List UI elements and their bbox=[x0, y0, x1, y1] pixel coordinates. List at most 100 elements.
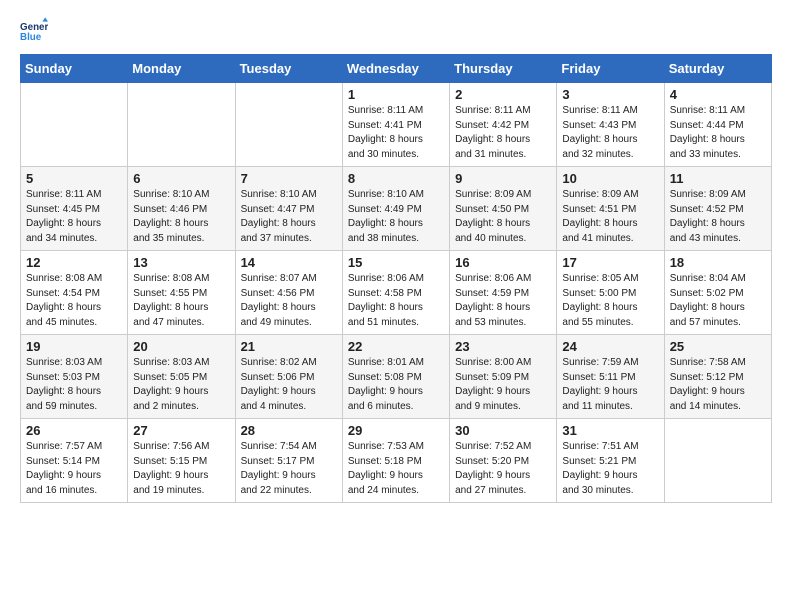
day-number: 9 bbox=[455, 171, 551, 186]
day-number: 26 bbox=[26, 423, 122, 438]
day-info: Sunrise: 8:01 AMSunset: 5:08 PMDaylight:… bbox=[348, 356, 444, 414]
calendar-cell: 17 Sunrise: 8:05 AMSunset: 5:00 PMDayligh… bbox=[557, 251, 664, 335]
calendar-cell: 6 Sunrise: 8:10 AMSunset: 4:46 PMDaylight… bbox=[128, 167, 235, 251]
calendar-header-sunday: Sunday bbox=[21, 55, 128, 83]
day-number: 15 bbox=[348, 255, 444, 270]
day-number: 30 bbox=[455, 423, 551, 438]
calendar-header-tuesday: Tuesday bbox=[235, 55, 342, 83]
header: General Blue bbox=[20, 16, 772, 44]
day-number: 14 bbox=[241, 255, 337, 270]
day-number: 27 bbox=[133, 423, 229, 438]
day-info: Sunrise: 8:11 AMSunset: 4:43 PMDaylight:… bbox=[562, 104, 658, 162]
day-info: Sunrise: 7:52 AMSunset: 5:20 PMDaylight:… bbox=[455, 440, 551, 498]
calendar-cell: 22 Sunrise: 8:01 AMSunset: 5:08 PMDayligh… bbox=[342, 335, 449, 419]
calendar-cell: 19 Sunrise: 8:03 AMSunset: 5:03 PMDayligh… bbox=[21, 335, 128, 419]
day-number: 19 bbox=[26, 339, 122, 354]
day-info: Sunrise: 8:10 AMSunset: 4:46 PMDaylight:… bbox=[133, 188, 229, 246]
calendar-header-wednesday: Wednesday bbox=[342, 55, 449, 83]
day-number: 3 bbox=[562, 87, 658, 102]
calendar-cell: 12 Sunrise: 8:08 AMSunset: 4:54 PMDayligh… bbox=[21, 251, 128, 335]
day-info: Sunrise: 7:51 AMSunset: 5:21 PMDaylight:… bbox=[562, 440, 658, 498]
day-info: Sunrise: 8:08 AMSunset: 4:55 PMDaylight:… bbox=[133, 272, 229, 330]
calendar-header-saturday: Saturday bbox=[664, 55, 771, 83]
day-info: Sunrise: 8:02 AMSunset: 5:06 PMDaylight:… bbox=[241, 356, 337, 414]
day-info: Sunrise: 8:03 AMSunset: 5:05 PMDaylight:… bbox=[133, 356, 229, 414]
day-info: Sunrise: 8:10 AMSunset: 4:47 PMDaylight:… bbox=[241, 188, 337, 246]
day-info: Sunrise: 8:05 AMSunset: 5:00 PMDaylight:… bbox=[562, 272, 658, 330]
calendar-header-thursday: Thursday bbox=[450, 55, 557, 83]
day-number: 29 bbox=[348, 423, 444, 438]
calendar-cell: 11Sunrise: 8:09 AMSunset: 4:52 PMDayligh… bbox=[664, 167, 771, 251]
calendar-cell: 28 Sunrise: 7:54 AMSunset: 5:17 PMDayligh… bbox=[235, 419, 342, 503]
calendar-header-friday: Friday bbox=[557, 55, 664, 83]
day-info: Sunrise: 8:03 AMSunset: 5:03 PMDaylight:… bbox=[26, 356, 122, 414]
day-number: 28 bbox=[241, 423, 337, 438]
day-number: 5 bbox=[26, 171, 122, 186]
day-number: 1 bbox=[348, 87, 444, 102]
calendar-cell: 20 Sunrise: 8:03 AMSunset: 5:05 PMDayligh… bbox=[128, 335, 235, 419]
calendar-header-row: SundayMondayTuesdayWednesdayThursdayFrid… bbox=[21, 55, 772, 83]
day-info: Sunrise: 7:57 AMSunset: 5:14 PMDaylight:… bbox=[26, 440, 122, 498]
day-number: 11 bbox=[670, 171, 766, 186]
day-number: 12 bbox=[26, 255, 122, 270]
day-number: 20 bbox=[133, 339, 229, 354]
calendar-cell: 31 Sunrise: 7:51 AMSunset: 5:21 PMDayligh… bbox=[557, 419, 664, 503]
calendar-cell: 24Sunrise: 7:59 AMSunset: 5:11 PMDayligh… bbox=[557, 335, 664, 419]
calendar-cell bbox=[21, 83, 128, 167]
calendar-cell bbox=[235, 83, 342, 167]
day-info: Sunrise: 8:06 AMSunset: 4:59 PMDaylight:… bbox=[455, 272, 551, 330]
day-info: Sunrise: 8:04 AMSunset: 5:02 PMDaylight:… bbox=[670, 272, 766, 330]
calendar-cell: 9Sunrise: 8:09 AMSunset: 4:50 PMDaylight… bbox=[450, 167, 557, 251]
logo: General Blue bbox=[20, 16, 50, 44]
calendar-week-row: 19 Sunrise: 8:03 AMSunset: 5:03 PMDayligh… bbox=[21, 335, 772, 419]
day-number: 8 bbox=[348, 171, 444, 186]
calendar-cell bbox=[128, 83, 235, 167]
calendar-cell: 29 Sunrise: 7:53 AMSunset: 5:18 PMDayligh… bbox=[342, 419, 449, 503]
calendar-cell: 10Sunrise: 8:09 AMSunset: 4:51 PMDayligh… bbox=[557, 167, 664, 251]
day-info: Sunrise: 8:11 AMSunset: 4:44 PMDaylight:… bbox=[670, 104, 766, 162]
calendar-cell: 30 Sunrise: 7:52 AMSunset: 5:20 PMDayligh… bbox=[450, 419, 557, 503]
calendar-cell: 7 Sunrise: 8:10 AMSunset: 4:47 PMDaylight… bbox=[235, 167, 342, 251]
calendar-table: SundayMondayTuesdayWednesdayThursdayFrid… bbox=[20, 54, 772, 503]
calendar-week-row: 1Sunrise: 8:11 AMSunset: 4:41 PMDaylight… bbox=[21, 83, 772, 167]
calendar-cell bbox=[664, 419, 771, 503]
day-number: 16 bbox=[455, 255, 551, 270]
day-number: 25 bbox=[670, 339, 766, 354]
day-number: 24 bbox=[562, 339, 658, 354]
calendar-cell: 4 Sunrise: 8:11 AMSunset: 4:44 PMDaylight… bbox=[664, 83, 771, 167]
day-info: Sunrise: 7:53 AMSunset: 5:18 PMDaylight:… bbox=[348, 440, 444, 498]
day-info: Sunrise: 8:11 AMSunset: 4:45 PMDaylight:… bbox=[26, 188, 122, 246]
day-number: 10 bbox=[562, 171, 658, 186]
calendar-week-row: 5 Sunrise: 8:11 AMSunset: 4:45 PMDaylight… bbox=[21, 167, 772, 251]
calendar-cell: 15Sunrise: 8:06 AMSunset: 4:58 PMDayligh… bbox=[342, 251, 449, 335]
svg-text:Blue: Blue bbox=[20, 32, 42, 43]
day-number: 7 bbox=[241, 171, 337, 186]
calendar-cell: 21 Sunrise: 8:02 AMSunset: 5:06 PMDayligh… bbox=[235, 335, 342, 419]
calendar-cell: 26 Sunrise: 7:57 AMSunset: 5:14 PMDayligh… bbox=[21, 419, 128, 503]
day-info: Sunrise: 7:54 AMSunset: 5:17 PMDaylight:… bbox=[241, 440, 337, 498]
calendar-cell: 27 Sunrise: 7:56 AMSunset: 5:15 PMDayligh… bbox=[128, 419, 235, 503]
calendar-cell: 5 Sunrise: 8:11 AMSunset: 4:45 PMDaylight… bbox=[21, 167, 128, 251]
calendar-cell: 8 Sunrise: 8:10 AMSunset: 4:49 PMDaylight… bbox=[342, 167, 449, 251]
day-info: Sunrise: 8:10 AMSunset: 4:49 PMDaylight:… bbox=[348, 188, 444, 246]
calendar-cell: 25Sunrise: 7:58 AMSunset: 5:12 PMDayligh… bbox=[664, 335, 771, 419]
calendar-cell: 14 Sunrise: 8:07 AMSunset: 4:56 PMDayligh… bbox=[235, 251, 342, 335]
day-number: 31 bbox=[562, 423, 658, 438]
day-number: 2 bbox=[455, 87, 551, 102]
day-info: Sunrise: 8:08 AMSunset: 4:54 PMDaylight:… bbox=[26, 272, 122, 330]
day-number: 13 bbox=[133, 255, 229, 270]
calendar-week-row: 12 Sunrise: 8:08 AMSunset: 4:54 PMDayligh… bbox=[21, 251, 772, 335]
day-number: 6 bbox=[133, 171, 229, 186]
day-info: Sunrise: 8:07 AMSunset: 4:56 PMDaylight:… bbox=[241, 272, 337, 330]
calendar-cell: 16 Sunrise: 8:06 AMSunset: 4:59 PMDayligh… bbox=[450, 251, 557, 335]
calendar-week-row: 26 Sunrise: 7:57 AMSunset: 5:14 PMDayligh… bbox=[21, 419, 772, 503]
calendar-cell: 3 Sunrise: 8:11 AMSunset: 4:43 PMDaylight… bbox=[557, 83, 664, 167]
calendar-cell: 13 Sunrise: 8:08 AMSunset: 4:55 PMDayligh… bbox=[128, 251, 235, 335]
day-number: 17 bbox=[562, 255, 658, 270]
day-number: 21 bbox=[241, 339, 337, 354]
day-info: Sunrise: 7:56 AMSunset: 5:15 PMDaylight:… bbox=[133, 440, 229, 498]
calendar-cell: 18Sunrise: 8:04 AMSunset: 5:02 PMDayligh… bbox=[664, 251, 771, 335]
calendar-header-monday: Monday bbox=[128, 55, 235, 83]
day-number: 22 bbox=[348, 339, 444, 354]
day-number: 4 bbox=[670, 87, 766, 102]
